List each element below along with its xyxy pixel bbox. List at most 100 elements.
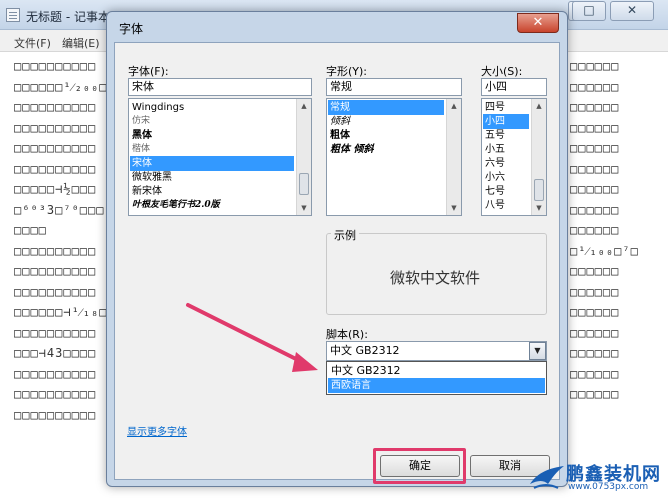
sample-label: 示例: [331, 227, 359, 243]
dropdown-option[interactable]: 西欧语言: [328, 378, 545, 393]
font-list-scrollbar[interactable]: ▲ ▼: [296, 99, 311, 215]
text-line: □□□□□□□□□□: [14, 387, 97, 401]
text-line: □□□□: [14, 223, 47, 237]
text-line: □□□□□□: [570, 202, 620, 217]
list-item[interactable]: 小四: [483, 114, 529, 129]
list-item[interactable]: 叶根友毛笔行书2.0版: [130, 198, 294, 213]
text-line: □□□□□□□□□□: [14, 264, 97, 278]
font-dialog: 字体 ✕ 字体(F): 宋体 ▲ ▼ Wingdings 仿宋 黑体 楷体 宋体 微软雅黑…: [106, 11, 568, 487]
bird-logo-icon: [530, 466, 564, 489]
dropdown-option[interactable]: 中文 GB2312: [328, 363, 545, 378]
style-list-scrollbar[interactable]: ▲ ▼: [446, 99, 461, 215]
size-list[interactable]: ▲ ▼ 四号 小四 五号 小五 六号 小六 七号 八号: [481, 98, 547, 216]
list-item[interactable]: 七号: [483, 184, 529, 199]
text-line: □□□□□□: [570, 182, 620, 196]
text-line: □□□□□□: [570, 325, 620, 340]
font-input[interactable]: 宋体: [128, 78, 312, 96]
show-more-fonts-link[interactable]: 显示更多字体: [127, 423, 187, 438]
text-line: □□□□□□□□□□: [14, 161, 97, 176]
text-line: □□□□□□: [570, 346, 620, 360]
list-item[interactable]: 小六: [483, 170, 529, 185]
list-item[interactable]: 常规: [328, 100, 444, 115]
list-item[interactable]: 仿宋: [130, 114, 294, 129]
text-line: □□□□□□□□□□: [14, 141, 97, 155]
scroll-down-arrow-icon[interactable]: ▼: [297, 201, 311, 215]
font-label: 字体(F):: [128, 65, 169, 78]
scroll-thumb[interactable]: [534, 179, 544, 201]
text-line: □□□□□□: [570, 223, 620, 237]
style-list[interactable]: ▲ ▼ 常规 倾斜 粗体 粗体 倾斜: [326, 98, 462, 216]
text-line: □□□⊣43□□□□: [14, 346, 97, 360]
menu-edit[interactable]: 编辑(E): [62, 35, 100, 51]
list-item[interactable]: 倾斜: [328, 114, 444, 129]
text-line: □□□□□□: [570, 264, 620, 278]
text-line: □□□□□□□□□□: [14, 325, 97, 340]
dialog-client-area: 字体(F): 宋体 ▲ ▼ Wingdings 仿宋 黑体 楷体 宋体 微软雅黑 新宋体 叶根…: [114, 42, 560, 484]
text-line: □□□□□□: [570, 366, 620, 381]
list-item[interactable]: 黑体: [130, 128, 294, 143]
sample-group: 示例 微软中文软件: [326, 227, 547, 315]
list-item[interactable]: 五号: [483, 128, 529, 143]
font-list[interactable]: ▲ ▼ Wingdings 仿宋 黑体 楷体 宋体 微软雅黑 新宋体 叶根友毛笔行书2.0版: [128, 98, 312, 216]
text-line: □□□□□□: [570, 79, 620, 94]
text-line: □⁶⁰³3□⁷⁰□□□: [14, 202, 105, 217]
size-list-scrollbar[interactable]: ▲ ▼: [531, 99, 546, 215]
text-line: □□□□□□¹⁄₂₀₀□□: [14, 79, 116, 94]
text-line: □□□□□□⊣¹⁄₁₈□: [14, 305, 108, 319]
scroll-thumb[interactable]: [299, 173, 309, 195]
scroll-up-arrow-icon[interactable]: ▲: [297, 99, 311, 113]
dialog-close-button[interactable]: ✕: [517, 13, 559, 33]
text-line: □□□□□□: [570, 141, 620, 155]
dialog-title: 字体: [119, 22, 144, 36]
list-item[interactable]: 宋体: [130, 156, 294, 171]
dialog-titlebar[interactable]: 字体 ✕: [107, 12, 567, 40]
list-item[interactable]: 粗体: [328, 128, 444, 143]
ok-button-highlight: [373, 448, 466, 484]
text-line: □□□□□□□□□□: [14, 59, 97, 73]
scroll-up-arrow-icon[interactable]: ▲: [532, 99, 546, 113]
scroll-down-arrow-icon[interactable]: ▼: [447, 201, 461, 215]
text-line: □□□□□□□□□□: [14, 366, 97, 381]
size-input[interactable]: 小四: [481, 78, 547, 96]
list-item[interactable]: 楷体: [130, 142, 294, 157]
style-input[interactable]: 常规: [326, 78, 462, 96]
script-dropdown[interactable]: 中文 GB2312 西欧语言: [326, 361, 547, 395]
scroll-up-arrow-icon[interactable]: ▲: [447, 99, 461, 113]
text-line: □□□□□□: [570, 284, 620, 299]
list-item[interactable]: Wingdings: [130, 100, 294, 115]
watermark: 鹏鑫装机网 www.0753px.com: [520, 458, 668, 498]
text-line: □□□□□□□□□□: [14, 100, 97, 114]
text-line: □□□□□□: [570, 120, 620, 135]
list-item[interactable]: 小五: [483, 142, 529, 157]
chevron-down-icon[interactable]: ▼: [529, 342, 546, 360]
sample-text: 微软中文软件: [390, 269, 481, 287]
maximize-button[interactable]: □: [572, 1, 606, 21]
text-line: □¹⁄₁₀₀□⁷□: [570, 243, 639, 258]
list-item[interactable]: 微软雅黑: [130, 170, 294, 185]
style-label: 字形(Y):: [326, 65, 368, 78]
notepad-icon: [6, 8, 20, 22]
notepad-title: 无标题 - 记事本: [26, 10, 110, 24]
text-line: □□□□□□: [570, 305, 620, 319]
text-line: □□□□□□□□□□: [14, 407, 97, 422]
list-item[interactable]: 粗体 倾斜: [328, 142, 444, 157]
text-line: □□□□□□: [570, 59, 620, 73]
text-line: □□□□□⊣½□□□: [14, 182, 97, 196]
close-button[interactable]: ✕: [610, 1, 654, 21]
list-item[interactable]: 四号: [483, 100, 529, 115]
list-item[interactable]: 八号: [483, 198, 529, 213]
list-item[interactable]: 新宋体: [130, 184, 294, 199]
text-line: □□□□□□: [570, 387, 620, 401]
text-line: □□□□□□: [570, 161, 620, 176]
text-line: □□□□□□: [570, 100, 620, 114]
text-line: □□□□□□□□□□: [14, 243, 97, 258]
text-line: □□□□□□□□□□: [14, 120, 97, 135]
script-label: 脚本(R):: [326, 328, 368, 341]
scroll-down-arrow-icon[interactable]: ▼: [532, 201, 546, 215]
size-label: 大小(S):: [481, 65, 523, 78]
watermark-url: www.0753px.com: [568, 482, 649, 492]
text-line: □□□□□□□□□□: [14, 284, 97, 299]
menu-file[interactable]: 文件(F): [14, 35, 51, 51]
list-item[interactable]: 六号: [483, 156, 529, 171]
script-select[interactable]: 中文 GB2312: [326, 341, 547, 361]
